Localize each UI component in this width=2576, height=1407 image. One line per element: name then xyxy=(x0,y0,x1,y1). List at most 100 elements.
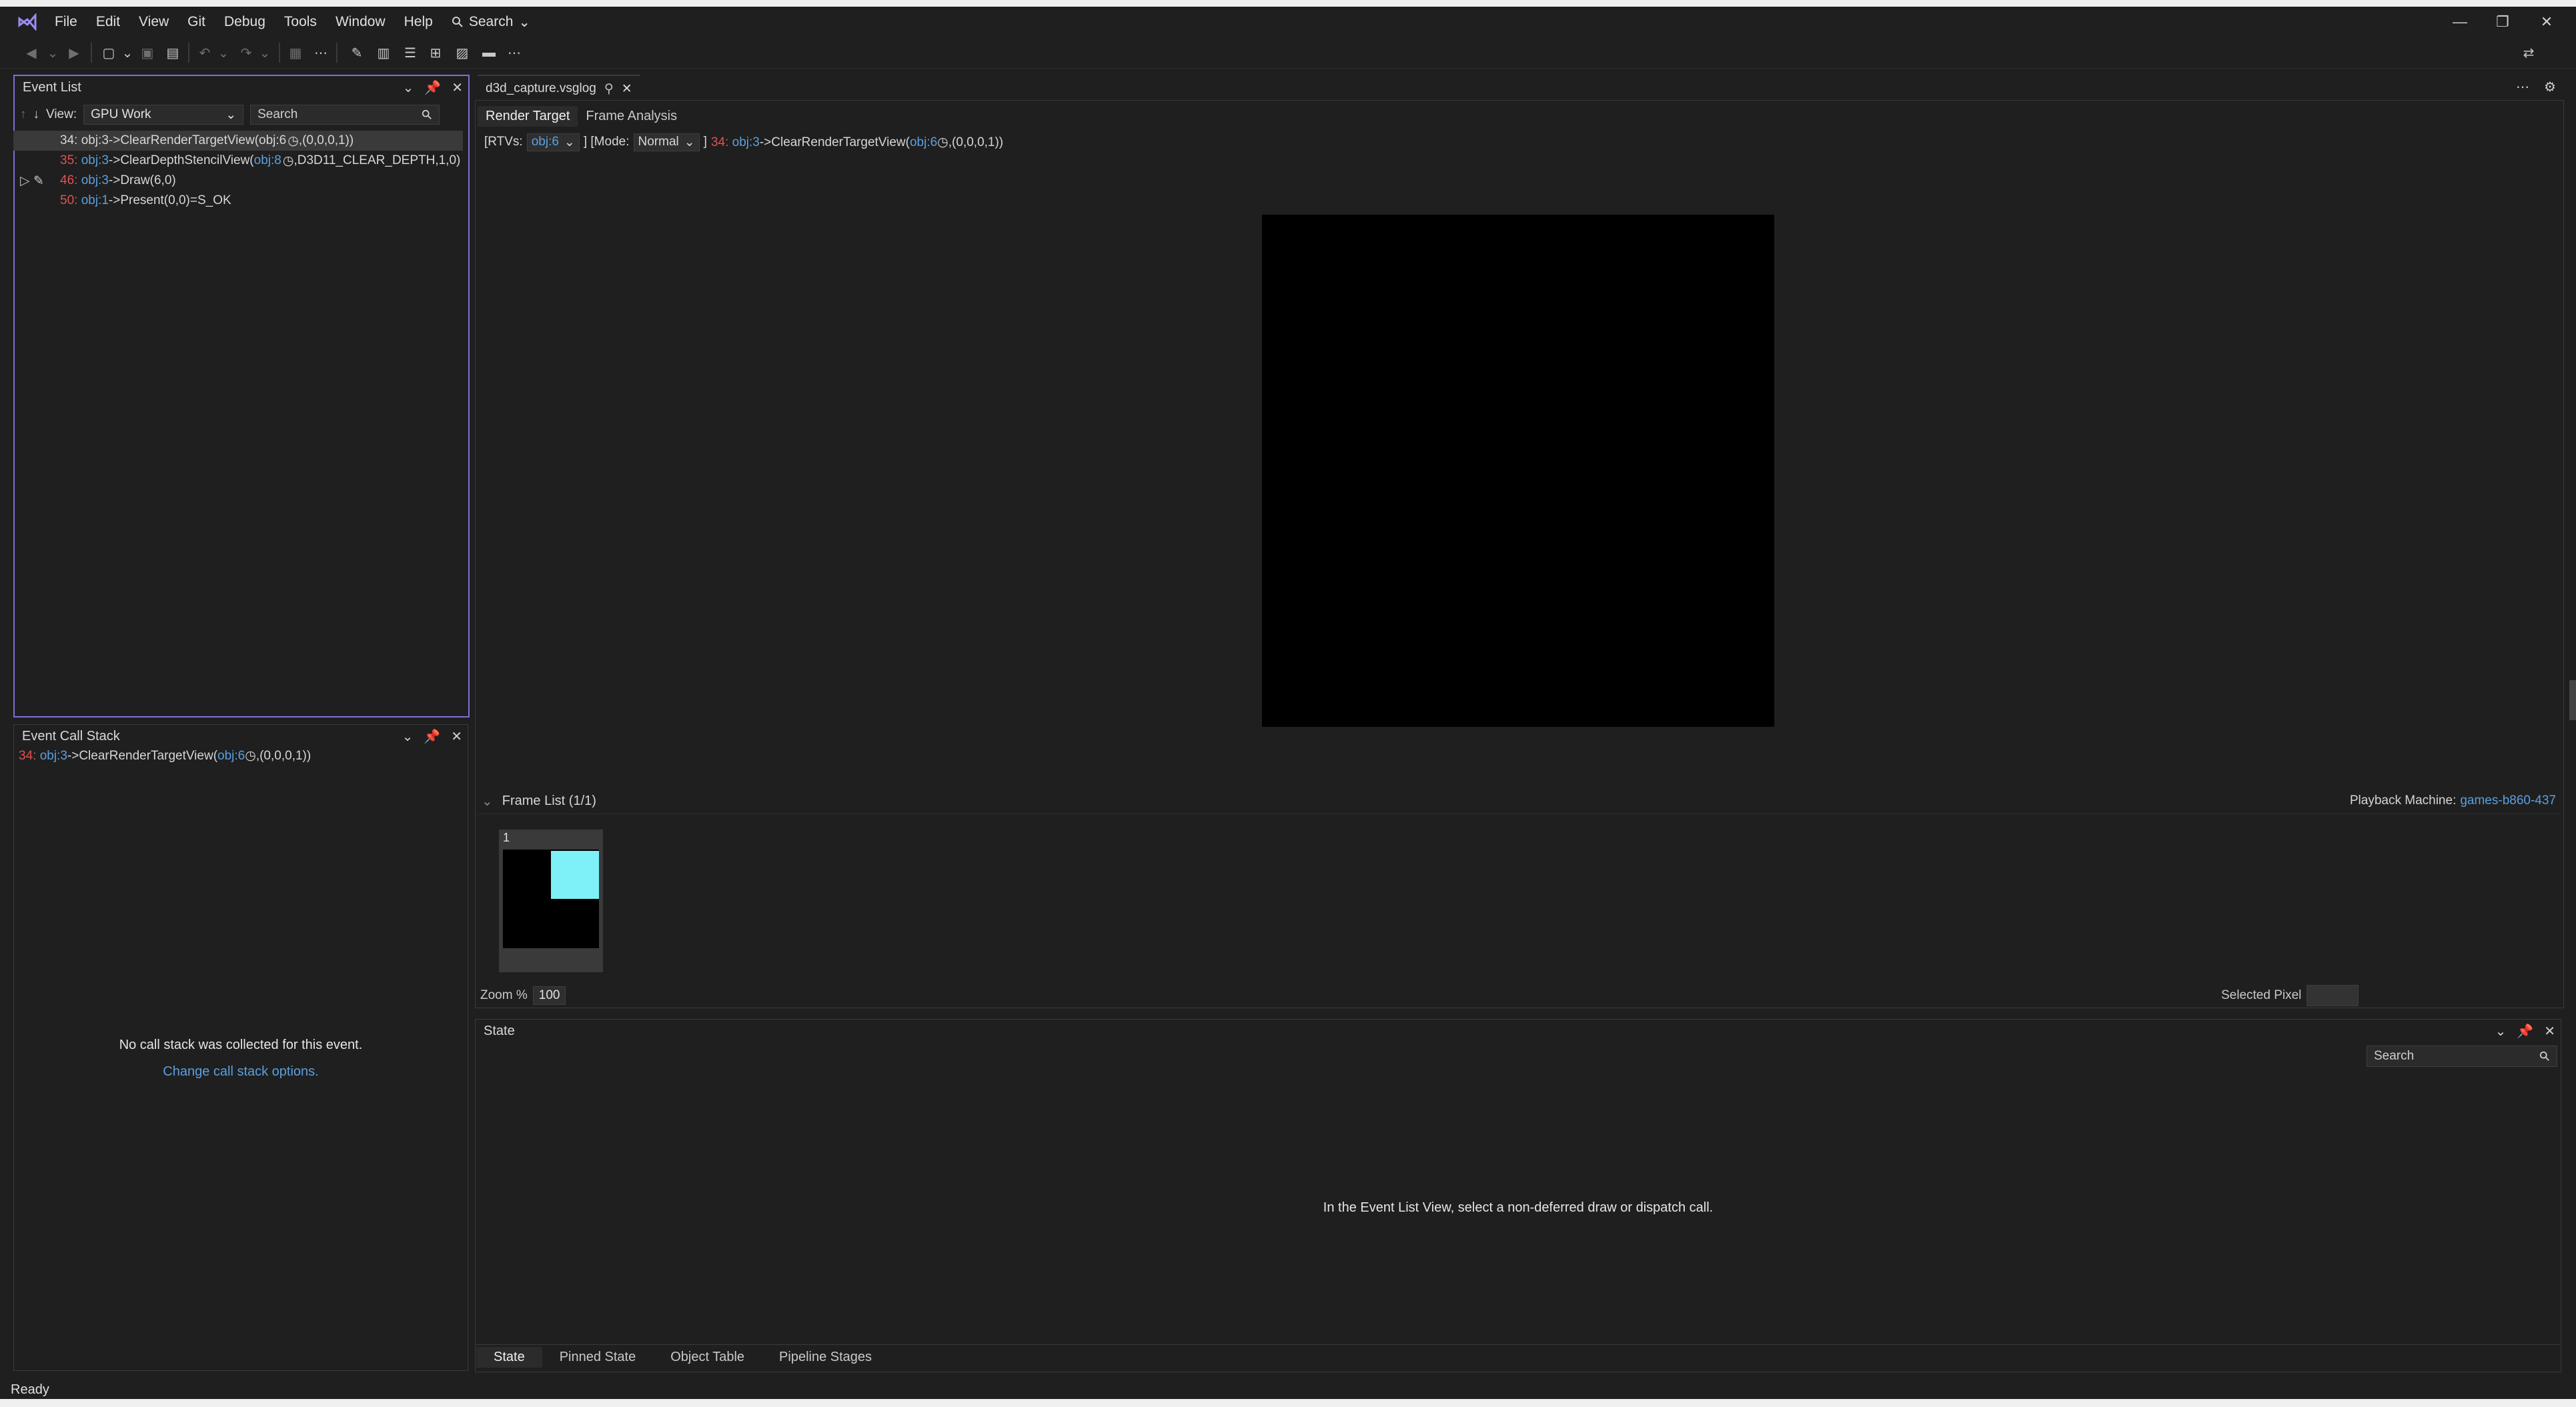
chevron-down-icon[interactable]: ⌄ xyxy=(117,43,137,63)
redo-icon[interactable]: ↷ xyxy=(236,43,256,63)
pin-icon[interactable]: 📌 xyxy=(424,728,440,745)
event-search-input[interactable]: Search xyxy=(250,105,440,125)
event-list-title: Event List xyxy=(23,79,81,95)
tab-pipeline-stages[interactable]: Pipeline Stages xyxy=(762,1347,889,1368)
close-icon[interactable]: ✕ xyxy=(452,79,463,96)
menu-file[interactable]: File xyxy=(45,10,87,34)
object-table-tool-icon[interactable]: ⊞ xyxy=(426,43,446,63)
render-target-canvas[interactable] xyxy=(1262,215,1774,727)
menu-edit[interactable]: Edit xyxy=(87,10,129,34)
toolbar-separator xyxy=(279,43,280,63)
event-row[interactable]: 35: obj:3 ->ClearDepthStencilView( obj:8… xyxy=(13,151,463,171)
playback-machine-link[interactable]: games-b860-437 xyxy=(2460,794,2556,808)
call-stack-entry[interactable]: 34: obj:3->ClearRenderTargetView(obj:6◷,… xyxy=(19,748,311,764)
expand-triangle-icon[interactable]: ▷ xyxy=(13,173,33,189)
menu-search[interactable]: Search ⌄ xyxy=(442,10,540,35)
view-select[interactable]: GPU Work ⌄ xyxy=(83,105,244,125)
pin-icon[interactable]: 📌 xyxy=(424,79,441,96)
close-icon[interactable]: ✕ xyxy=(2544,1023,2555,1040)
call-stack-tool-icon[interactable]: ☰ xyxy=(400,43,420,63)
mode-prefix: ] [Mode: xyxy=(583,135,630,149)
clock-icon: ◷ xyxy=(287,133,299,148)
event-object[interactable]: obj:3 xyxy=(40,749,67,763)
frame-analysis-tool-icon[interactable]: ▬ xyxy=(479,43,499,63)
event-object[interactable]: obj:3 xyxy=(732,135,760,149)
event-object[interactable]: obj:3 xyxy=(81,133,109,148)
scrollbar-thumb[interactable] xyxy=(2569,680,2576,720)
mode-select[interactable]: Normal ⌄ xyxy=(633,133,700,151)
event-object[interactable]: obj:1 xyxy=(81,193,109,208)
document-tab[interactable]: d3d_capture.vsglog ⚲ ✕ xyxy=(478,75,640,101)
tab-pinned-state[interactable]: Pinned State xyxy=(542,1347,654,1368)
new-item-icon[interactable]: ▢ xyxy=(99,43,119,63)
arrow-down-icon[interactable]: ↓ xyxy=(33,107,40,122)
save-all-icon[interactable]: ▤ xyxy=(163,43,183,63)
pin-icon[interactable]: 📌 xyxy=(2517,1023,2533,1040)
event-list-tool-icon[interactable]: ✎ xyxy=(347,43,367,63)
event-arg-object[interactable]: obj:6 xyxy=(217,749,245,763)
more-icon[interactable]: ⋯ xyxy=(504,43,524,63)
playback-label: Playback Machine: xyxy=(2349,794,2457,808)
close-window-button[interactable]: ✕ xyxy=(2525,9,2568,35)
event-row[interactable]: 34: obj:3 ->ClearRenderTargetView( obj:6… xyxy=(13,131,463,151)
event-args: ,(0,0,0,1)) xyxy=(948,135,1004,149)
tab-state[interactable]: State xyxy=(476,1346,542,1368)
chevron-down-icon[interactable]: ⌄ xyxy=(482,793,493,810)
zoom-input[interactable]: 100 xyxy=(532,986,566,1005)
event-row[interactable]: 50: obj:1 ->Present(0,0)=S_OK xyxy=(13,191,463,211)
minimize-button[interactable]: — xyxy=(2439,9,2481,35)
event-object[interactable]: obj:3 xyxy=(81,153,109,168)
frame-thumbnail[interactable]: 1 xyxy=(499,830,603,972)
status-text: Ready xyxy=(11,1382,49,1397)
close-icon[interactable]: ✕ xyxy=(622,81,632,97)
chevron-down-icon[interactable]: ⌄ xyxy=(255,43,275,63)
frame-thumbnail-image xyxy=(503,850,599,948)
event-row[interactable]: ▷ ✎ 46: obj:3 ->Draw(6,0) xyxy=(13,171,463,191)
chevron-down-icon[interactable]: ⌄ xyxy=(402,728,414,745)
undo-icon[interactable]: ↶ xyxy=(195,43,215,63)
save-icon[interactable]: ▣ xyxy=(137,43,157,63)
pixel-history-tool-icon[interactable]: ▨ xyxy=(452,43,472,63)
menu-view[interactable]: View xyxy=(129,10,178,34)
restore-button[interactable]: ❐ xyxy=(2481,9,2524,35)
menu-window[interactable]: Window xyxy=(326,10,395,34)
rtv-select[interactable]: obj:6 ⌄ xyxy=(526,133,580,151)
call-stack-message: No call stack was collected for this eve… xyxy=(119,1038,363,1052)
forward-icon[interactable]: ▶ xyxy=(64,43,84,63)
event-object[interactable]: obj:3 xyxy=(81,173,109,188)
capture-frame-icon[interactable]: ▦ xyxy=(285,43,305,63)
pipeline-stages-tool-icon[interactable]: ▥ xyxy=(374,43,394,63)
arrow-up-icon[interactable]: ↑ xyxy=(13,107,27,122)
tab-frame-analysis[interactable]: Frame Analysis xyxy=(578,106,685,127)
chevron-down-icon: ⌄ xyxy=(684,135,695,149)
change-call-stack-options-link[interactable]: Change call stack options. xyxy=(13,1064,468,1080)
back-icon[interactable]: ◀ xyxy=(21,43,41,63)
rtv-bar: [RTVs: obj:6 ⌄ ] [Mode: Normal ⌄ ] 34: obj… xyxy=(484,132,1003,152)
tab-object-table[interactable]: Object Table xyxy=(653,1347,762,1368)
gear-icon[interactable]: ⚙ xyxy=(2544,79,2556,95)
event-arg-object[interactable]: obj:6 xyxy=(259,133,286,148)
chevron-down-icon[interactable]: ⌄ xyxy=(403,79,414,96)
menu-tools[interactable]: Tools xyxy=(275,10,326,34)
tab-render-target[interactable]: Render Target xyxy=(478,105,578,127)
more-icon[interactable]: ⋯ xyxy=(311,43,331,63)
close-icon[interactable]: ✕ xyxy=(451,728,462,745)
event-arg-object[interactable]: obj:8 xyxy=(254,153,281,168)
state-search-input[interactable]: Search xyxy=(2367,1046,2557,1067)
chevron-down-icon[interactable]: ⌄ xyxy=(213,43,233,63)
pin-icon[interactable]: ⚲ xyxy=(604,81,614,97)
toolbar-separator xyxy=(91,43,92,63)
menu-git[interactable]: Git xyxy=(178,10,215,34)
more-icon[interactable]: ⋯ xyxy=(2516,79,2529,95)
chevron-down-icon[interactable]: ⌄ xyxy=(2495,1023,2507,1040)
menu-debug[interactable]: Debug xyxy=(215,10,275,34)
chevron-down-icon[interactable]: ⌄ xyxy=(43,43,63,63)
menu-help[interactable]: Help xyxy=(395,10,442,34)
event-number: 34: xyxy=(19,749,37,763)
event-args: ,D3D11_CLEAR_DEPTH,1,0) xyxy=(293,153,461,167)
live-share-icon[interactable]: ⇄ xyxy=(2519,43,2539,63)
event-arg-object[interactable]: obj:6 xyxy=(910,135,937,149)
event-call: ->ClearRenderTargetView( xyxy=(108,133,259,147)
state-message: In the Event List View, select a non-def… xyxy=(1323,1200,1714,1215)
view-label: View: xyxy=(46,107,77,121)
